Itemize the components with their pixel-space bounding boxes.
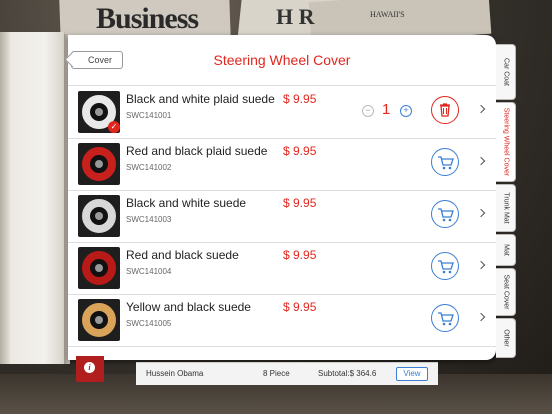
add-to-cart-button[interactable]: [431, 148, 459, 176]
product-sku: SWC141002: [126, 163, 172, 172]
product-name: Black and white plaid suede: [126, 92, 275, 106]
book-left-page: [0, 32, 65, 364]
cart-icon: [432, 149, 458, 180]
product-name: Red and black suede: [126, 248, 239, 262]
product-sku: SWC141004: [126, 267, 172, 276]
product-thumbnail: [78, 299, 120, 341]
tab-label: Other: [502, 329, 509, 347]
catalog-page: Cover Steering Wheel Cover ✓ Black and w…: [64, 35, 496, 360]
product-price: $ 9.95: [283, 144, 317, 158]
cart-icon: [432, 305, 458, 336]
category-tab[interactable]: Mat: [496, 234, 516, 266]
product-sku: SWC141001: [126, 111, 172, 120]
cart-summary-bar: Hussein Obama 8 Piece Subtotal:$ 364.6 V…: [136, 362, 438, 385]
product-sku: SWC141003: [126, 215, 172, 224]
product-thumbnail: [78, 247, 120, 289]
cart-icon: [432, 201, 458, 232]
product-thumbnail: [78, 195, 120, 237]
newspaper-small-text: HAWAII'S: [370, 10, 405, 19]
page-title: Steering Wheel Cover: [213, 52, 351, 68]
subtotal: Subtotal:$ 364.6: [318, 369, 377, 378]
product-row[interactable]: Yellow and black suede SWC141005 $ 9.95: [68, 294, 496, 347]
product-name: Black and white suede: [126, 196, 247, 210]
steering-wheel-image: [82, 199, 116, 233]
add-to-cart-button[interactable]: [431, 200, 459, 228]
product-sku: SWC141005: [126, 319, 172, 328]
chevron-right-icon[interactable]: [476, 208, 486, 218]
info-icon: i: [84, 362, 95, 373]
product-price: $ 9.95: [283, 300, 317, 314]
info-ribbon[interactable]: i: [76, 356, 104, 382]
category-tab[interactable]: Other: [496, 318, 516, 358]
steering-wheel-image: [82, 251, 116, 285]
remove-from-cart-button[interactable]: [431, 96, 459, 124]
chevron-right-icon[interactable]: [476, 312, 486, 322]
customer-name: Hussein Obama: [146, 369, 204, 378]
page-header: Cover Steering Wheel Cover: [64, 35, 496, 86]
product-row[interactable]: Black and white suede SWC141003 $ 9.95: [68, 190, 496, 243]
category-tab[interactable]: Steering Wheel Cover: [496, 102, 516, 182]
view-cart-button[interactable]: View: [396, 367, 428, 381]
product-row[interactable]: ✓ Black and white plaid suede SWC141001 …: [68, 86, 496, 139]
product-price: $ 9.95: [283, 248, 317, 262]
tab-label: Car Coat: [502, 57, 509, 87]
check-icon: ✓: [108, 121, 120, 133]
category-tab[interactable]: Seat Cover: [496, 268, 516, 316]
product-row[interactable]: Red and black plaid suede SWC141002 $ 9.…: [68, 138, 496, 191]
category-tab[interactable]: Car Coat: [496, 44, 516, 100]
tab-label: Mat: [502, 244, 509, 256]
increase-quantity-button[interactable]: +: [400, 105, 412, 117]
newspaper-letters: H R: [276, 4, 315, 29]
add-to-cart-button[interactable]: [431, 304, 459, 332]
product-name: Yellow and black suede: [126, 300, 251, 314]
product-thumbnail: ✓: [78, 91, 120, 133]
chevron-right-icon[interactable]: [476, 260, 486, 270]
tab-label: Trunk Mat: [502, 192, 509, 224]
chevron-right-icon[interactable]: [476, 156, 486, 166]
chevron-right-icon[interactable]: [476, 104, 486, 114]
tab-label: Seat Cover: [502, 274, 509, 310]
product-thumbnail: [78, 143, 120, 185]
product-price: $ 9.95: [283, 196, 317, 210]
newspaper-headline: Business: [96, 2, 199, 35]
cart-icon: [432, 253, 458, 284]
product-row[interactable]: Red and black suede SWC141004 $ 9.95: [68, 242, 496, 295]
steering-wheel-image: [82, 303, 116, 337]
product-price: $ 9.95: [283, 92, 317, 106]
piece-count: 8 Piece: [263, 369, 290, 378]
decrease-quantity-button[interactable]: −: [362, 105, 374, 117]
steering-wheel-image: [82, 147, 116, 181]
tab-label: Steering Wheel Cover: [502, 107, 509, 177]
trash-icon: [432, 97, 458, 128]
category-tab[interactable]: Trunk Mat: [496, 184, 516, 232]
add-to-cart-button[interactable]: [431, 252, 459, 280]
quantity-value: 1: [382, 101, 391, 118]
product-name: Red and black plaid suede: [126, 144, 268, 158]
